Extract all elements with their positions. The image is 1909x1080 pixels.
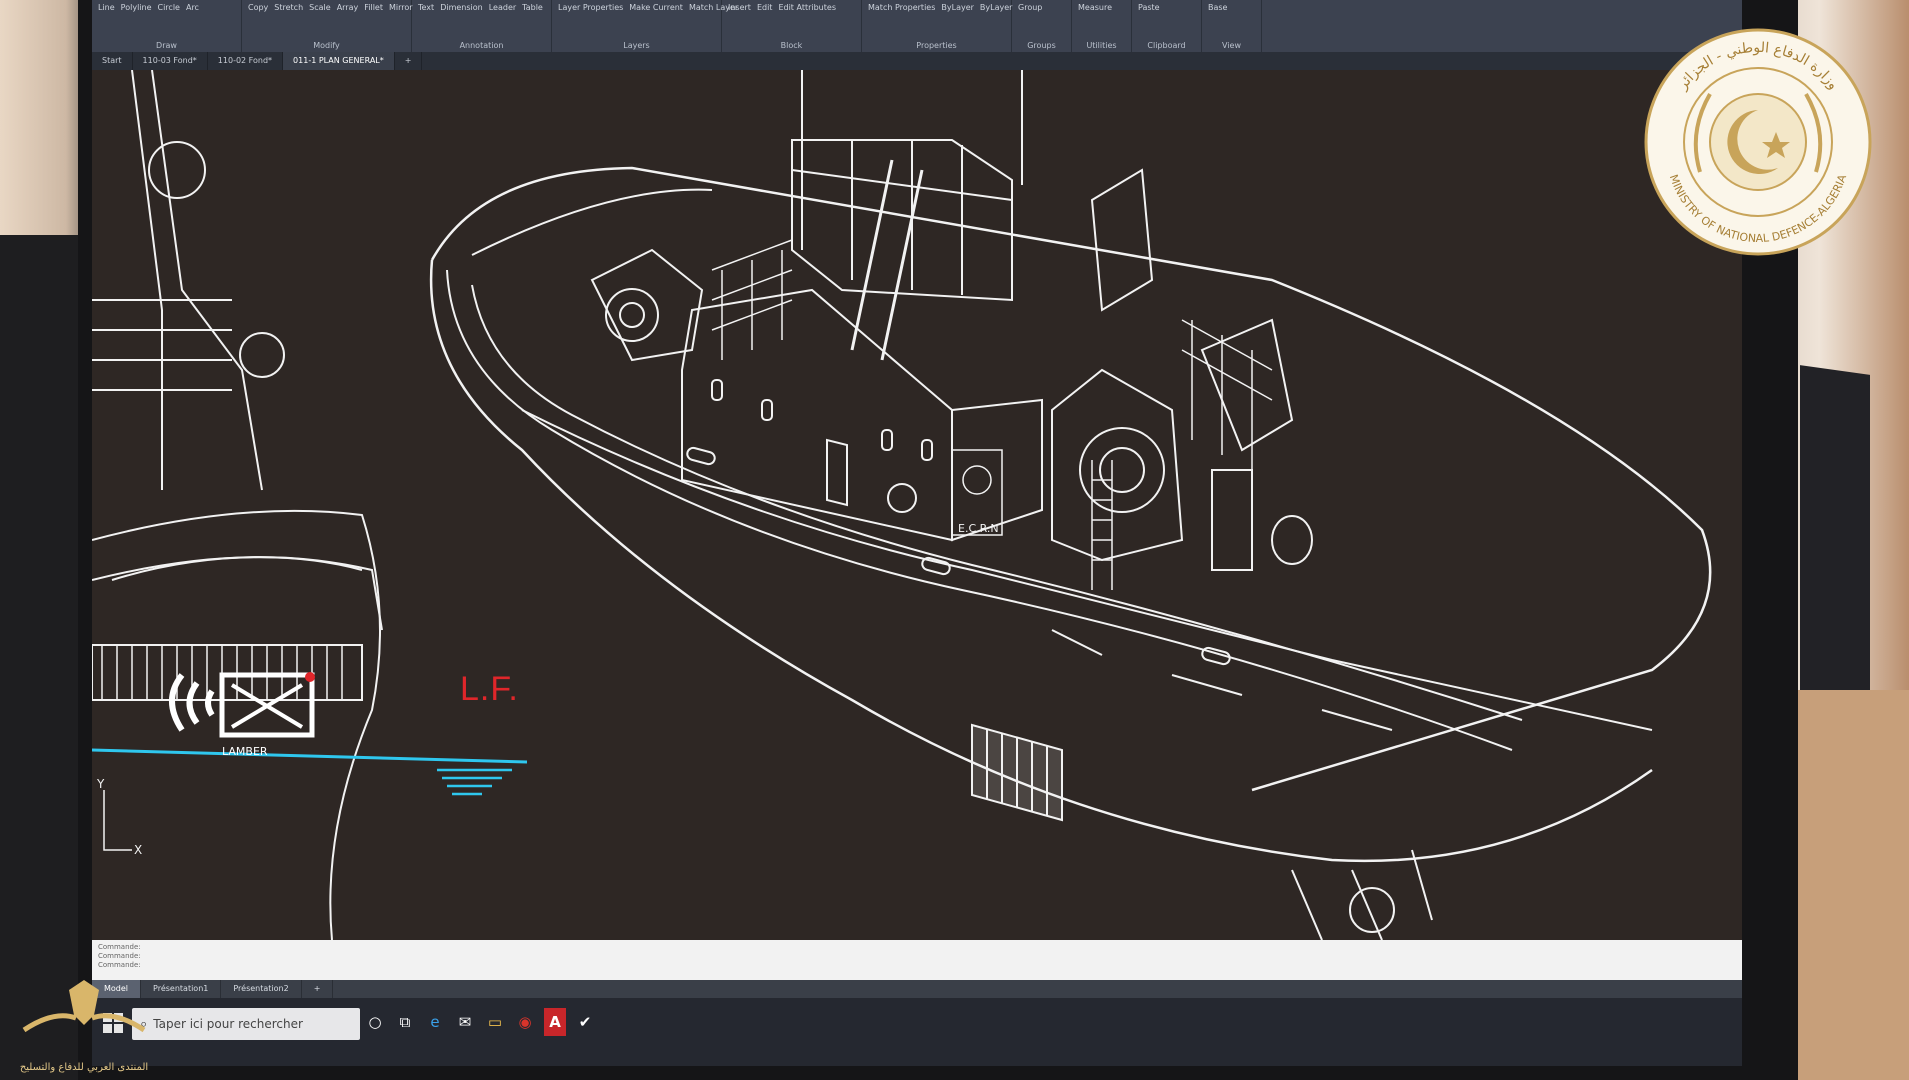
tug-exhaust-stack: [1090, 168, 1154, 312]
drawing-canvas[interactable]: E.C.R.N Y X L.F. LAMBER: [92, 70, 1742, 940]
ribbon-tool-button[interactable]: Stretch: [274, 3, 303, 12]
forum-eagle-logo-icon: [22, 980, 146, 1033]
ribbon-tool-button[interactable]: Match Properties: [868, 3, 935, 12]
file-tab[interactable]: 011-1 PLAN GENERAL*: [283, 52, 395, 70]
ribbon-tool-button[interactable]: Insert: [728, 3, 751, 12]
ribbon-tool-button[interactable]: Polyline: [121, 3, 152, 12]
pin-icon[interactable]: ✔: [574, 1008, 596, 1036]
command-history-line: Commande:: [98, 961, 141, 969]
ucs-y-label: Y: [96, 777, 105, 791]
broadcast-watermark-icon: LAMBER: [169, 672, 315, 758]
layout-tab[interactable]: +: [302, 980, 334, 998]
ribbon-tool-button[interactable]: Mirror: [389, 3, 413, 12]
ribbon-tool-button[interactable]: Arc: [186, 3, 199, 12]
ribbon-group-label[interactable]: Clipboard: [1132, 41, 1201, 50]
search-placeholder: Taper ici pour rechercher: [153, 1017, 303, 1031]
command-history-line: Commande:: [98, 943, 141, 951]
tug-deck-outline: [430, 166, 1712, 792]
waterline-label: L.F.: [460, 670, 519, 708]
ribbon-group-layers: Layer Properties Make Current Match Layer L…: [552, 0, 738, 52]
file-tab[interactable]: Start: [92, 52, 133, 70]
ribbon-group-annotation: Text Dimension Leader Table Annotation: [412, 0, 552, 52]
layout-tabs: Model Présentation1 Présentation2 +: [92, 980, 1742, 998]
autocad-icon[interactable]: A: [544, 1008, 566, 1036]
mail-icon[interactable]: ✉: [454, 1008, 476, 1036]
ribbon-tool-button[interactable]: Edit Attributes: [778, 3, 836, 12]
ribbon-group-groups: Group Groups: [1012, 0, 1072, 52]
ribbon-group-properties: Match Properties ByLayer ByLayer Properties: [862, 0, 1012, 52]
ribbon-group-clipboard: Paste Clipboard: [1132, 0, 1202, 52]
ucs-icon: [103, 790, 132, 851]
left-ship-mast: [151, 70, 263, 491]
ministry-defence-seal: وزارة الدفاع الوطني - الجزائر MINISTRY O…: [1644, 28, 1872, 256]
ribbon-group-label[interactable]: Modify: [242, 41, 411, 50]
command-line[interactable]: Commande: Commande: Commande:: [92, 940, 1742, 980]
ribbon-tool-button[interactable]: Base: [1208, 3, 1227, 12]
ribbon-tool-button[interactable]: Layer Properties: [558, 3, 623, 12]
acrobat-icon[interactable]: ◉: [514, 1008, 536, 1036]
ribbon-tool-button[interactable]: Copy: [248, 3, 268, 12]
side-monitor: [1800, 365, 1870, 705]
ribbon-group-label[interactable]: Draw: [92, 41, 241, 50]
ribbon-group-modify: Copy Stretch Scale Array Fillet Mirror Modify: [242, 0, 413, 52]
ucs-x-label: X: [134, 843, 142, 857]
ribbon-tool-button[interactable]: Scale: [309, 3, 331, 12]
ecrn-label: E.C.R.N: [958, 522, 999, 535]
ribbon-group-label[interactable]: Groups: [1012, 41, 1071, 50]
ribbon-tool-button[interactable]: Leader: [489, 3, 516, 12]
ribbon-group-label[interactable]: Utilities: [1072, 41, 1131, 50]
task-view-icon[interactable]: ○: [364, 1008, 386, 1036]
ribbon-group-utilities: Measure Utilities: [1072, 0, 1132, 52]
fore-winch: [605, 288, 659, 342]
layout-tab[interactable]: Présentation2: [221, 980, 302, 998]
ribbon-group-label[interactable]: Layers: [552, 41, 721, 50]
ribbon-tool-button[interactable]: Line: [98, 3, 115, 12]
ribbon-toolbar: Line Polyline Circle Arc Draw Copy Stretch Scal…: [92, 0, 1742, 53]
ship-drawing: E.C.R.N Y X: [92, 70, 1712, 940]
ribbon-group-label[interactable]: Annotation: [412, 41, 551, 50]
ribbon-tool-button[interactable]: Edit: [757, 3, 773, 12]
command-history-line: Commande:: [98, 952, 141, 960]
forum-watermark-text: المنتدى العربي للدفاع والتسليح: [19, 1062, 149, 1073]
ribbon-tool-button[interactable]: Measure: [1078, 3, 1112, 12]
life-ring: [887, 483, 917, 513]
ribbon-tool-button[interactable]: ByLayer: [980, 3, 1013, 12]
ribbon-tool-button[interactable]: Dimension: [440, 3, 483, 12]
ribbon-group-label[interactable]: View: [1202, 41, 1261, 50]
edge-icon[interactable]: e: [424, 1008, 446, 1036]
speaker-cabinet: [0, 235, 80, 1080]
ribbon-group-block: Insert Edit Edit Attributes Block: [722, 0, 862, 52]
ribbon-tool-button[interactable]: ByLayer: [941, 3, 974, 12]
ribbon-tool-button[interactable]: Table: [522, 3, 543, 12]
windows-taskbar: ⌕ Taper ici pour rechercher ○ ⧉ e ✉ ▭ ◉ A ✔: [92, 998, 1742, 1066]
ribbon-tool-button[interactable]: Paste: [1138, 3, 1160, 12]
ribbon-tool-button[interactable]: Circle: [158, 3, 180, 12]
ribbon-group-view: Base View: [1202, 0, 1262, 52]
command-history: Commande: Commande: Commande:: [92, 940, 1742, 973]
ribbon-tool-button[interactable]: Fillet: [364, 3, 383, 12]
tug-wheelhouse: [791, 139, 1013, 302]
file-tab[interactable]: 110-03 Fond*: [133, 52, 208, 70]
taskbar-search-box[interactable]: ⌕ Taper ici pour rechercher: [132, 1008, 360, 1040]
taskbar-app-icons: ○ ⧉ e ✉ ▭ ◉ A ✔: [364, 1008, 596, 1036]
waterline-marker: [437, 768, 512, 796]
ribbon-tool-button[interactable]: Make Current: [629, 3, 683, 12]
new-tab-button[interactable]: +: [395, 52, 423, 70]
broadcast-watermark-text: LAMBER: [222, 745, 268, 758]
monitor-screen: Line Polyline Circle Arc Draw Copy Stretch Scal…: [92, 0, 1742, 1066]
file-tabs: Start 110-03 Fond* 110-02 Fond* 011-1 PLAN …: [92, 52, 1742, 70]
ribbon-tool-button[interactable]: Text: [418, 3, 434, 12]
desk-surface: [1790, 690, 1909, 1080]
ribbon-group-draw: Line Polyline Circle Arc Draw: [92, 0, 242, 52]
ribbon-tool-button[interactable]: Group: [1018, 3, 1042, 12]
ribbon-tool-button[interactable]: Array: [337, 3, 359, 12]
multitask-icon[interactable]: ⧉: [394, 1008, 416, 1036]
explorer-icon[interactable]: ▭: [484, 1008, 506, 1036]
ribbon-group-label[interactable]: Block: [722, 41, 861, 50]
file-tab[interactable]: 110-02 Fond*: [208, 52, 284, 70]
forum-watermark: المنتدى العربي للدفاع والتسليح: [14, 970, 154, 1076]
ribbon-group-label[interactable]: Properties: [862, 41, 1011, 50]
